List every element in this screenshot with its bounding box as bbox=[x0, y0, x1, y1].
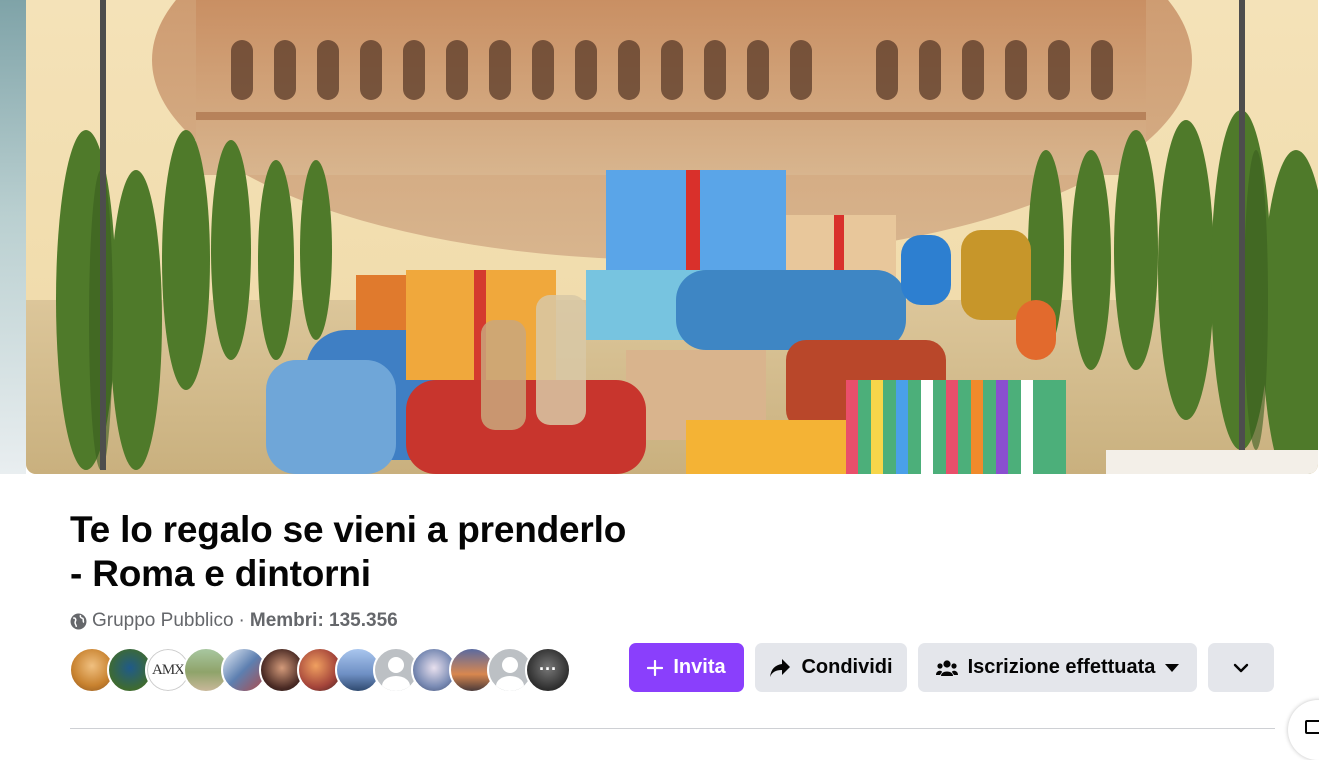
invite-label: Invita bbox=[673, 656, 726, 678]
section-divider bbox=[70, 728, 1275, 729]
more-options-button[interactable] bbox=[1208, 643, 1274, 692]
more-members-avatar[interactable] bbox=[525, 647, 571, 693]
compose-icon bbox=[1305, 720, 1319, 734]
membership-button[interactable]: Iscrizione effettuata bbox=[918, 643, 1197, 692]
new-message-button[interactable] bbox=[1288, 700, 1319, 760]
share-label: Condividi bbox=[801, 656, 893, 678]
share-arrow-icon bbox=[769, 658, 791, 678]
member-avatars: AMX bbox=[69, 647, 571, 693]
caret-down-icon bbox=[1165, 663, 1180, 673]
membership-label: Iscrizione effettuata bbox=[967, 656, 1156, 678]
left-edge-background bbox=[0, 0, 26, 474]
globe-icon bbox=[70, 613, 87, 630]
group-title[interactable]: Te lo regalo se vieni a prenderlo - Roma… bbox=[70, 508, 630, 596]
plus-icon bbox=[647, 659, 664, 676]
share-button[interactable]: Condividi bbox=[755, 643, 907, 692]
chevron-down-icon bbox=[1233, 663, 1249, 673]
group-cover-photo[interactable] bbox=[26, 0, 1318, 474]
invite-button[interactable]: Invita bbox=[629, 643, 744, 692]
meta-separator: · bbox=[238, 610, 245, 631]
group-meta: Gruppo Pubblico · Membri: 135.356 bbox=[70, 609, 398, 633]
members-count[interactable]: Membri: 135.356 bbox=[250, 610, 398, 632]
avatar-monogram: AMX bbox=[151, 661, 185, 678]
people-icon bbox=[935, 659, 958, 677]
privacy-label: Gruppo Pubblico bbox=[92, 610, 234, 631]
